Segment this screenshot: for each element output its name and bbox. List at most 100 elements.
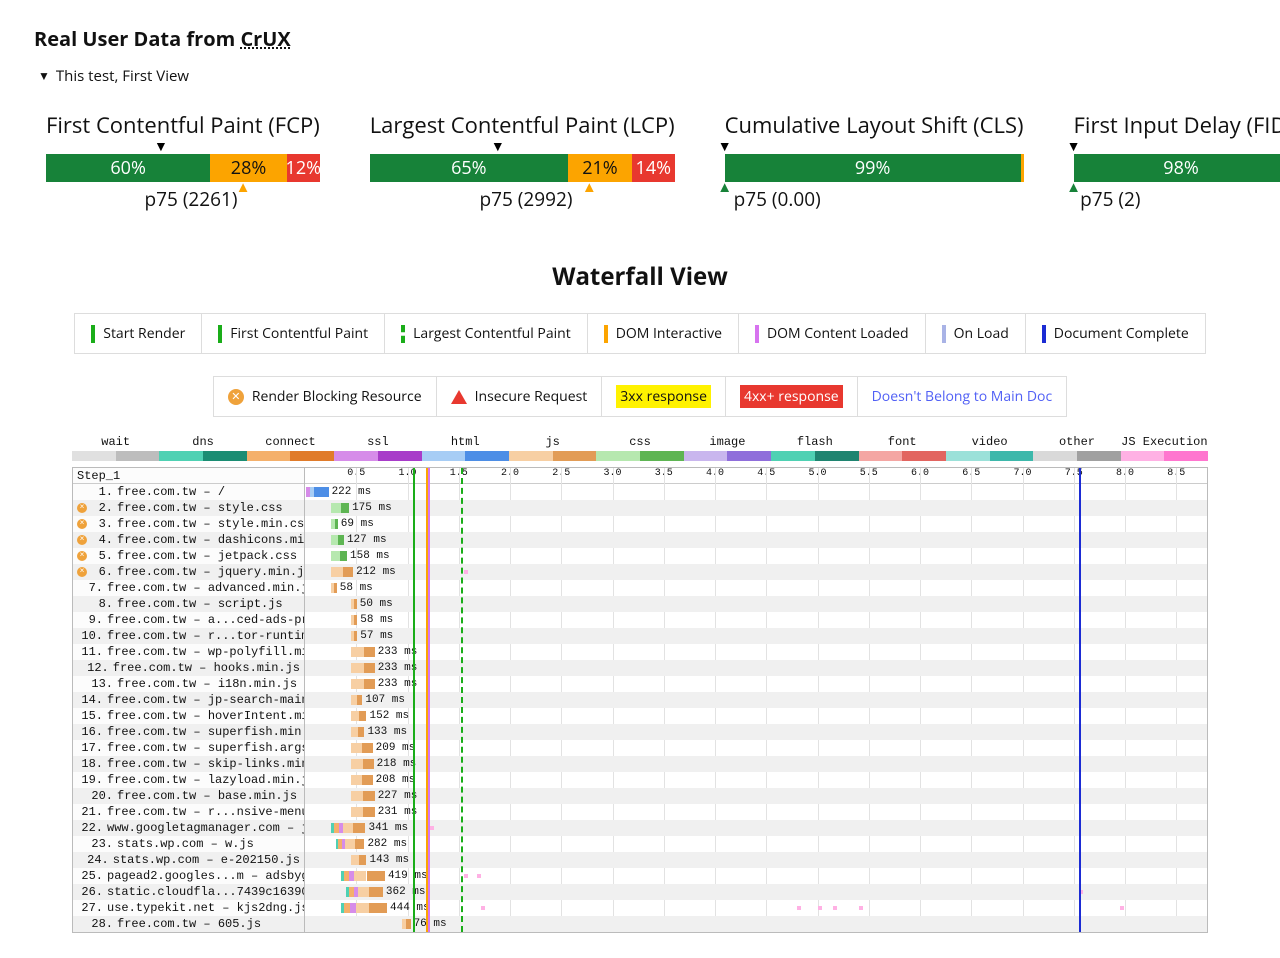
request-label: www.googletagmanager.com – js <box>107 820 304 836</box>
waterfall-row[interactable]: 50 ms <box>305 596 1207 612</box>
waterfall-row[interactable]: 231 ms <box>305 804 1207 820</box>
restype-label: js <box>509 435 596 449</box>
waterfall-row[interactable]: 158 ms <box>305 548 1207 564</box>
metric-segment-poor: 14% <box>632 154 675 182</box>
request-number: 10. <box>81 628 103 644</box>
waterfall-row[interactable]: 107 ms <box>305 692 1207 708</box>
waterfall-row[interactable]: 362 ms <box>305 884 1207 900</box>
render-blocking-icon <box>77 551 87 561</box>
waterfall-row[interactable]: 58 ms <box>305 580 1207 596</box>
legend-nomain: Doesn't Belong to Main Doc <box>858 377 1067 416</box>
legend-label: Largest Contentful Paint <box>413 324 571 343</box>
waterfall-row[interactable]: 444 ms <box>305 900 1207 916</box>
request-number: 3. <box>91 516 113 532</box>
restype-item: connect <box>247 435 334 461</box>
request-row[interactable]: 16.free.com.tw – superfish.min.js <box>73 724 304 740</box>
request-row[interactable]: 22.www.googletagmanager.com – js <box>73 820 304 836</box>
request-row[interactable]: 3.free.com.tw – style.min.css <box>73 516 304 532</box>
waterfall-row[interactable]: 209 ms <box>305 740 1207 756</box>
request-row[interactable]: 26.static.cloudfla...7439c1639079717194 <box>73 884 304 900</box>
waterfall-row[interactable]: 69 ms <box>305 516 1207 532</box>
request-row[interactable]: 27.use.typekit.net – kjs2dng.js <box>73 900 304 916</box>
request-number: 14. <box>81 692 103 708</box>
waterfall-row[interactable]: 233 ms <box>305 644 1207 660</box>
request-row[interactable]: 1.free.com.tw – / <box>73 484 304 500</box>
request-row[interactable]: 6.free.com.tw – jquery.min.js <box>73 564 304 580</box>
request-row[interactable]: 24.stats.wp.com – e-202150.js <box>73 852 304 868</box>
request-row[interactable]: 4.free.com.tw – dashicons.min.css <box>73 532 304 548</box>
request-row[interactable]: 25.pagead2.googles...m – adsbygoogle.js <box>73 868 304 884</box>
request-row[interactable]: 21.free.com.tw – r...nsive-menus.min.js <box>73 804 304 820</box>
request-bar-segment <box>363 791 374 801</box>
request-row[interactable]: 28.free.com.tw – 605.js <box>73 916 304 932</box>
waterfall-row[interactable]: 282 ms <box>305 836 1207 852</box>
waterfall-row[interactable]: 58 ms <box>305 612 1207 628</box>
request-row[interactable]: 2.free.com.tw – style.css <box>73 500 304 516</box>
js-execution-dot <box>859 906 863 910</box>
js-execution-dot <box>430 826 434 830</box>
request-bar-segment <box>362 775 372 785</box>
waterfall-timeline[interactable]: 0.51.01.52.02.53.03.54.04.55.05.56.06.57… <box>305 468 1207 932</box>
legend-item: Largest Contentful Paint <box>385 314 588 353</box>
waterfall-row[interactable]: 419 ms <box>305 868 1207 884</box>
request-row[interactable]: 5.free.com.tw – jetpack.css <box>73 548 304 564</box>
disclosure-toggle[interactable]: ▼ This test, First View <box>38 66 1246 86</box>
waterfall-row[interactable]: 57 ms <box>305 628 1207 644</box>
waterfall-row[interactable]: 143 ms <box>305 852 1207 868</box>
request-label: free.com.tw – hooks.min.js <box>113 660 300 676</box>
waterfall-row[interactable]: 227 ms <box>305 788 1207 804</box>
crux-link[interactable]: CrUX <box>240 25 290 52</box>
waterfall-row[interactable]: 233 ms <box>305 676 1207 692</box>
request-row[interactable]: 14.free.com.tw – jp-search-main.js <box>73 692 304 708</box>
restype-bar <box>771 451 858 461</box>
request-row[interactable]: 13.free.com.tw – i18n.min.js <box>73 676 304 692</box>
waterfall-row[interactable]: 133 ms <box>305 724 1207 740</box>
waterfall-row[interactable]: 222 ms <box>305 484 1207 500</box>
legend-label: Document Complete <box>1054 324 1189 343</box>
waterfall-container: Step_11.free.com.tw – /2.free.com.tw – s… <box>72 467 1208 933</box>
request-duration-label: 208 ms <box>376 772 416 788</box>
request-row[interactable]: 11.free.com.tw – wp-polyfill.min.js <box>73 644 304 660</box>
restype-bar <box>946 451 1033 461</box>
request-row[interactable]: 17.free.com.tw – superfish.args.min.js <box>73 740 304 756</box>
waterfall-row[interactable]: 208 ms <box>305 772 1207 788</box>
waterfall-row[interactable]: 341 ms <box>305 820 1207 836</box>
request-row[interactable]: 23.stats.wp.com – w.js <box>73 836 304 852</box>
request-row[interactable]: 7.free.com.tw – advanced.min.js <box>73 580 304 596</box>
waterfall-row[interactable]: 212 ms <box>305 564 1207 580</box>
request-row[interactable]: 18.free.com.tw – skip-links.min.js <box>73 756 304 772</box>
request-row[interactable]: 20.free.com.tw – base.min.js <box>73 788 304 804</box>
request-row[interactable]: 12.free.com.tw – hooks.min.js <box>73 660 304 676</box>
waterfall-row[interactable]: 76 ms <box>305 916 1207 932</box>
request-row[interactable]: 8.free.com.tw – script.js <box>73 596 304 612</box>
request-row[interactable]: 9.free.com.tw – a...ced-ads-pro.min.js <box>73 612 304 628</box>
restype-label: connect <box>247 435 334 449</box>
restype-item: dns <box>159 435 246 461</box>
request-row[interactable]: 10.free.com.tw – r...tor-runtime.min.js <box>73 628 304 644</box>
request-row[interactable]: 19.free.com.tw – lazyload.min.js <box>73 772 304 788</box>
legend-item: DOM Content Loaded <box>739 314 926 353</box>
request-bar-segment <box>369 887 383 897</box>
request-duration-label: 212 ms <box>356 564 396 580</box>
waterfall-row[interactable]: 127 ms <box>305 532 1207 548</box>
request-duration-label: 218 ms <box>377 756 417 772</box>
waterfall-row[interactable]: 218 ms <box>305 756 1207 772</box>
request-label: free.com.tw – base.min.js <box>117 788 297 804</box>
request-label: free.com.tw – a...ced-ads-pro.min.js <box>107 612 304 628</box>
request-bar-segment <box>351 855 359 865</box>
request-bar-segment <box>314 487 328 497</box>
request-duration-label: 341 ms <box>368 820 408 836</box>
metric-segment-good: 98% <box>1074 154 1280 182</box>
waterfall-row[interactable]: 175 ms <box>305 500 1207 516</box>
restype-label: flash <box>771 435 858 449</box>
restype-bar <box>422 451 509 461</box>
request-number: 5. <box>91 548 113 564</box>
legend-nomain-label: Doesn't Belong to Main Doc <box>872 387 1053 406</box>
p75-marker-icon: ▲ <box>717 180 732 195</box>
request-bar-segment <box>359 711 366 721</box>
crux-metrics-row: First Contentful Paint (FCP)▼60%28%12%▲p… <box>46 110 1234 210</box>
request-row[interactable]: 15.free.com.tw – hoverIntent.min.js <box>73 708 304 724</box>
request-duration-label: 227 ms <box>378 788 418 804</box>
waterfall-row[interactable]: 233 ms <box>305 660 1207 676</box>
waterfall-row[interactable]: 152 ms <box>305 708 1207 724</box>
